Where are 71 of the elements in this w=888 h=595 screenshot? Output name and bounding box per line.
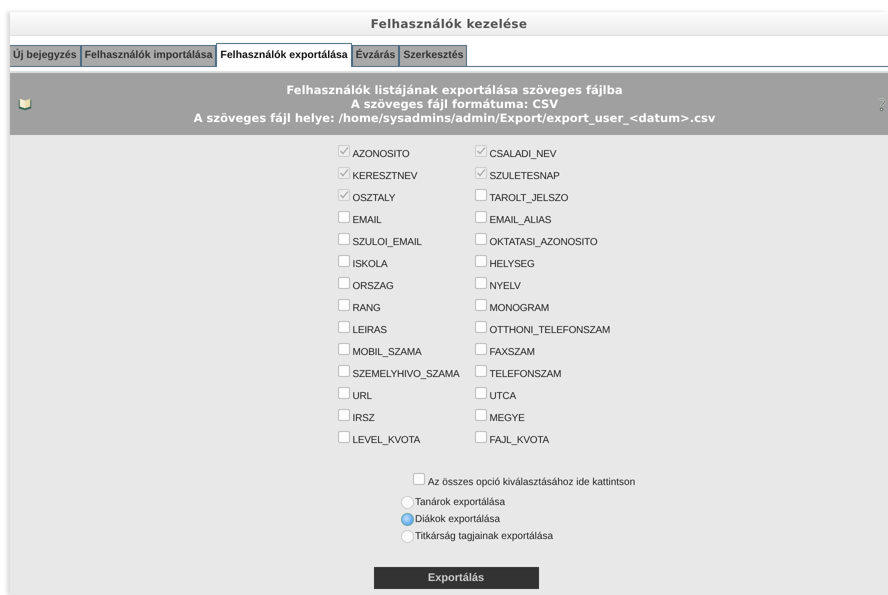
export-button[interactable]: Exportálás <box>374 567 538 589</box>
tab[interactable]: Szerkesztés <box>399 45 468 66</box>
checkbox-label: ORSZAG <box>352 280 394 292</box>
book-icon <box>18 97 32 111</box>
checkbox[interactable] <box>338 233 350 245</box>
tab[interactable]: Új bejegyzés <box>10 45 81 66</box>
checkbox-label: RANG <box>352 302 381 314</box>
checkbox[interactable] <box>474 321 486 333</box>
checkbox-label: FAJL_KVOTA <box>490 434 550 446</box>
checkbox-label: NYELV <box>490 280 521 292</box>
tab[interactable]: Felhasználók exportálása <box>216 43 352 67</box>
checkbox-label: URL <box>352 390 372 402</box>
checkbox[interactable] <box>338 343 350 355</box>
help-icon[interactable] <box>877 96 886 112</box>
checkbox[interactable] <box>474 365 486 377</box>
checkbox-label: SZULETESNAP <box>490 170 560 182</box>
checkbox-label: EMAIL <box>352 214 382 226</box>
checkbox[interactable] <box>338 277 350 289</box>
checkbox-label: CSALADI_NEV <box>490 148 556 160</box>
checkbox-label: IRSZ <box>352 412 374 424</box>
checkbox-label: FAXSZAM <box>490 346 535 358</box>
checkbox[interactable] <box>474 189 486 201</box>
checkbox[interactable] <box>338 387 350 399</box>
checkbox-label: MOBIL_SZAMA <box>352 346 422 358</box>
checkbox-label: OSZTALY <box>352 192 396 204</box>
radio-label: Tanárok exportálása <box>414 497 506 508</box>
header-text: A szöveges fájl helye: /home/sysadmins/admin/Export/export_user_<datum>.csv <box>194 111 716 125</box>
checkbox[interactable] <box>474 299 486 311</box>
checkbox-label: HELYSEG <box>490 258 535 270</box>
checkbox-label: SZULOI_EMAIL <box>352 236 422 248</box>
checkbox-label: AZONOSITO <box>352 148 410 160</box>
checkbox-label: MEGYE <box>490 412 525 424</box>
radio-label: Titkárság tagjainak exportálása <box>414 531 554 542</box>
checkbox[interactable] <box>412 473 425 485</box>
checkbox[interactable] <box>338 255 350 267</box>
header-text: A szöveges fájl formátuma: CSV <box>350 97 558 111</box>
checkbox[interactable] <box>474 255 486 267</box>
checkbox-label: LEIRAS <box>352 324 387 336</box>
checkbox[interactable] <box>474 431 486 443</box>
checkbox-label: ISKOLA <box>352 258 388 270</box>
checkbox-label: EMAIL_ALIAS <box>490 214 552 226</box>
checkbox[interactable] <box>338 211 350 223</box>
checkbox[interactable] <box>338 299 350 311</box>
checkbox-label: OKTATASI_AZONOSITO <box>490 236 598 248</box>
checkbox[interactable] <box>474 233 486 245</box>
header-text: Felhasználók listájának exportálása szöveges fájlba <box>286 83 623 97</box>
radio-button[interactable] <box>400 530 414 543</box>
tab[interactable]: Évzárás <box>352 45 400 66</box>
checkbox[interactable] <box>474 277 486 289</box>
radio-button[interactable] <box>400 513 414 526</box>
checkbox-label: Az összes opció kiválasztásához ide kattintson <box>428 476 636 488</box>
checkbox[interactable] <box>474 211 486 223</box>
checkbox[interactable] <box>338 321 350 333</box>
checkbox[interactable] <box>474 387 486 399</box>
checkbox-label: KERESZTNEV <box>352 170 418 182</box>
checkbox[interactable] <box>474 409 486 421</box>
checkbox-label: TAROLT_JELSZO <box>490 192 568 204</box>
checkbox-label: UTCA <box>490 390 516 402</box>
checkbox-label: OTTHONI_TELEFONSZAM <box>490 324 610 336</box>
checkbox[interactable] <box>474 343 486 355</box>
checkbox[interactable] <box>338 431 350 443</box>
checkbox-label: SZEMELYHIVO_SZAMA <box>352 368 460 380</box>
radio-button[interactable] <box>400 496 414 509</box>
radio-label: Diákok exportálása <box>414 514 500 525</box>
tab[interactable]: Felhasználók importálása <box>80 45 216 66</box>
checkbox-label: LEVEL_KVOTA <box>352 434 420 446</box>
window-title: Felhasználók kezelése <box>370 16 528 30</box>
checkbox[interactable] <box>338 365 350 377</box>
checkbox-label: MONOGRAM <box>490 302 550 314</box>
checkbox-label: TELEFONSZAM <box>490 368 562 380</box>
checkbox[interactable] <box>338 409 350 421</box>
